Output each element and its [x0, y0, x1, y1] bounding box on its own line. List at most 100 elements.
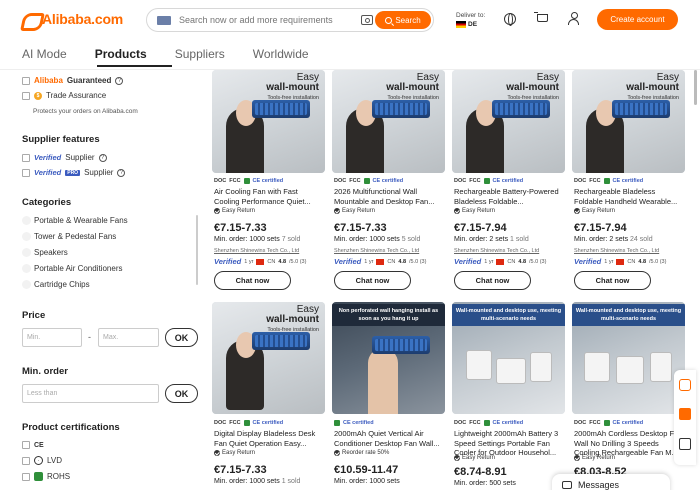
chat-now-button[interactable]: Chat now	[214, 271, 291, 290]
cert-badges: DOC FCC CE certified	[214, 420, 284, 426]
supplier-name[interactable]: Shenzhen Shinewins Tech Co., Ltd	[334, 248, 419, 254]
feedback-icon[interactable]	[679, 438, 691, 450]
product-image[interactable]: Wall-mounted and desktop use, meeting mu…	[572, 302, 685, 414]
cert-badges: DOC FCC CE certified	[574, 420, 644, 426]
product-image[interactable]: Wall-mounted and desktop use, meeting mu…	[452, 302, 565, 414]
price-ok-button[interactable]: OK	[165, 328, 198, 347]
search-input[interactable]	[179, 11, 369, 29]
product-title[interactable]: 2000mAh Cordless Desktop Fan Wall No Dri…	[574, 429, 684, 458]
messages-bar[interactable]: Messages	[552, 474, 670, 490]
easy-return-tag: Easy Return	[574, 455, 615, 461]
category-label: Portable & Wearable Fans	[34, 216, 128, 225]
rfq-icon[interactable]	[679, 408, 691, 420]
radio[interactable]	[22, 264, 31, 273]
camera-icon[interactable]	[361, 15, 373, 25]
china-flag-icon	[376, 258, 385, 265]
cert-label: LVD	[47, 456, 62, 465]
filter-alibaba-guaranteed[interactable]: Alibaba Guaranteed ?	[22, 76, 124, 85]
radio[interactable]	[22, 232, 31, 241]
cart-icon[interactable]	[534, 12, 548, 22]
checkbox[interactable]	[22, 91, 30, 100]
price-min-input[interactable]: Min.	[22, 328, 82, 347]
product-title[interactable]: Rechargeable Battery-Powered Bladeless F…	[454, 187, 564, 207]
checkbox[interactable]	[22, 472, 30, 481]
chat-now-button[interactable]: Chat now	[334, 271, 411, 290]
category-item[interactable]: Portable & Wearable Fans	[22, 216, 128, 225]
category-item[interactable]: Speakers	[22, 248, 68, 257]
supplier-name[interactable]: Shenzhen Shinewins Tech Co., Ltd	[214, 248, 299, 254]
deliver-to-label: Deliver to:	[456, 12, 486, 19]
product-image[interactable]: Easy wall-mount Tools-free installation	[212, 70, 325, 173]
filter-trade-assurance[interactable]: $ Trade Assurance	[22, 91, 106, 100]
product-image[interactable]: Easy wall-mount Tools-free installation	[452, 70, 565, 173]
deliver-to-selector[interactable]: Deliver to: DE	[456, 11, 485, 29]
checkbox[interactable]	[22, 168, 30, 177]
check-icon	[334, 208, 340, 214]
info-icon[interactable]: ?	[98, 153, 107, 162]
radio[interactable]	[22, 216, 31, 225]
supplier-name[interactable]: Shenzhen Shinewins Tech Co., Ltd	[574, 248, 659, 254]
info-icon[interactable]: ?	[115, 76, 124, 85]
alibaba-logo[interactable]: Alibaba.com	[22, 10, 123, 28]
verified-word: Verified	[34, 168, 62, 177]
checkbox[interactable]	[22, 153, 30, 162]
search-button[interactable]: Search	[375, 11, 431, 29]
tab-suppliers[interactable]: Suppliers	[175, 47, 225, 67]
filter-verified-supplier[interactable]: Verified Supplier ?	[22, 153, 107, 162]
filter-verified-pro-supplier[interactable]: Verified PRO Supplier ?	[22, 168, 126, 177]
product-image[interactable]: Easy wall-mount Tools-free installation	[332, 70, 445, 173]
checkbox[interactable]	[22, 441, 30, 449]
product-title[interactable]: 2026 Multifunctional Wall Mountable and …	[334, 187, 444, 207]
checkbox[interactable]	[22, 456, 30, 465]
product-title[interactable]: Digital Display Bladeless Desk Fan Quiet…	[214, 429, 324, 449]
product-title[interactable]: Air Cooling Fan with Fast Cooling Perfor…	[214, 187, 324, 207]
radio[interactable]	[22, 280, 31, 289]
product-price: €10.59-11.47	[334, 464, 399, 476]
product-title[interactable]: Rechargeable Bladeless Foldable Handheld…	[574, 187, 684, 207]
product-price: €7.15-7.94	[454, 222, 507, 234]
checkbox[interactable]	[22, 76, 30, 85]
image-caption: wall-mount	[266, 82, 319, 93]
category-item[interactable]: Cartridge Chips	[22, 280, 90, 289]
ai-assistant-icon[interactable]	[679, 379, 691, 391]
filter-cert-rohs[interactable]: ROHS	[22, 472, 70, 481]
product-grid: Easy wall-mount Tools-free installation …	[212, 70, 690, 490]
cert-badges: DOC FCC CE certified	[334, 178, 404, 184]
radio[interactable]	[22, 248, 31, 257]
product-image[interactable]: Easy wall-mount Tools-free installation	[212, 302, 325, 414]
info-icon[interactable]: ?	[117, 168, 126, 177]
verified-word: Verified	[34, 153, 62, 162]
supplier-name[interactable]: Shenzhen Shinewins Tech Co., Ltd	[454, 248, 539, 254]
product-title[interactable]: Lightweight 2000mAh Battery 3 Speed Sett…	[454, 429, 564, 458]
check-icon	[454, 208, 460, 214]
filter-cert-lvd[interactable]: · LVD	[22, 456, 62, 465]
tab-worldwide[interactable]: Worldwide	[253, 47, 309, 67]
verified-supplier-label: Supplier	[65, 153, 95, 162]
min-order-ok-button[interactable]: OK	[165, 384, 198, 403]
alibaba-logo-icon	[22, 10, 40, 28]
filter-cert-ce[interactable]: CE	[22, 441, 44, 449]
check-icon	[214, 450, 220, 456]
category-item[interactable]: Tower & Pedestal Fans	[22, 232, 116, 241]
price-max-input[interactable]: Max.	[98, 328, 159, 347]
create-account-button[interactable]: Create account	[597, 9, 678, 30]
pro-badge: PRO	[65, 169, 81, 176]
categories-scrollbar[interactable]	[196, 215, 198, 285]
page-scrollbar[interactable]	[694, 70, 697, 105]
globe-icon[interactable]	[504, 13, 516, 26]
category-item[interactable]: Portable Air Conditioners	[22, 264, 123, 273]
filter-sidebar: Alibaba Guaranteed ? $ Trade Assurance P…	[22, 70, 202, 490]
chat-now-button[interactable]: Chat now	[454, 271, 531, 290]
search-tabs: AI Mode Products Suppliers Worldwide	[22, 47, 337, 67]
tab-ai-mode[interactable]: AI Mode	[22, 47, 67, 67]
product-image[interactable]: Easy wall-mount Tools-free installation	[572, 70, 685, 173]
chat-now-button[interactable]: Chat now	[574, 271, 651, 290]
user-icon[interactable]	[568, 12, 579, 25]
image-caption: wall-mount	[506, 82, 559, 93]
min-order-input[interactable]: Less than	[22, 384, 159, 403]
product-image[interactable]: Non perforated wall hanging install as s…	[332, 302, 445, 414]
floating-toolbar	[674, 370, 696, 465]
image-thumbnail-icon	[157, 16, 171, 25]
tab-products[interactable]: Products	[95, 47, 147, 67]
product-title[interactable]: 2000mAh Quiet Vertical Air Conditioner D…	[334, 429, 444, 449]
